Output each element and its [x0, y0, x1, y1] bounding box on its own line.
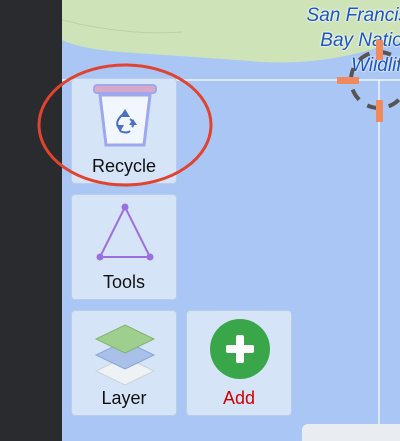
tools-button[interactable]: Tools — [71, 194, 177, 300]
recycle-button[interactable]: Recycle — [71, 78, 177, 184]
add-button[interactable]: Add — [186, 310, 292, 416]
add-label: Add — [222, 388, 256, 408]
place-label-line-1: San Francisco — [306, 5, 400, 26]
place-label: San Francisco Bay National Wildlife... — [268, 3, 400, 78]
recycle-label: Recycle — [91, 156, 157, 176]
layer-button[interactable]: Layer — [71, 310, 177, 416]
place-label-line-3: Wildlife... — [351, 55, 400, 76]
layer-label: Layer — [101, 388, 147, 408]
left-rail — [0, 0, 62, 441]
bottom-panel-edge — [302, 424, 400, 441]
tools-label: Tools — [102, 272, 146, 292]
place-label-line-2: Bay National — [320, 30, 400, 51]
